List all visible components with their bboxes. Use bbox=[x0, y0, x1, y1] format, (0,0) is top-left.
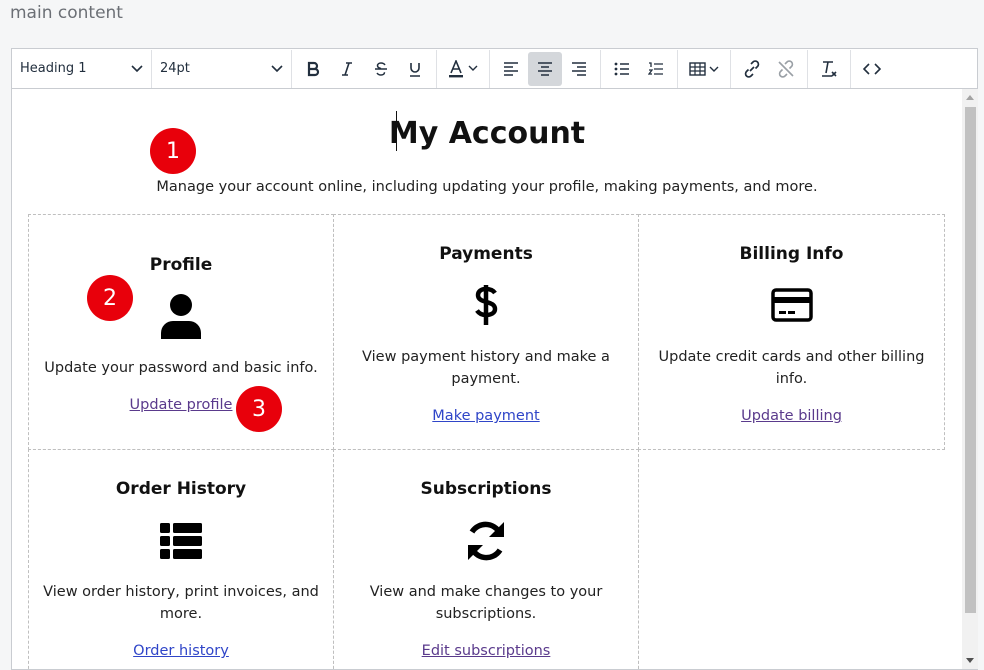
text-color-button[interactable] bbox=[441, 52, 485, 86]
card-payments: Payments View payment history and make a… bbox=[333, 214, 639, 450]
align-left-button[interactable] bbox=[494, 52, 528, 86]
user-icon bbox=[161, 294, 201, 339]
card-description: Update your password and basic info. bbox=[44, 360, 318, 376]
align-left-icon bbox=[504, 61, 518, 76]
clear-formatting-button[interactable] bbox=[812, 52, 846, 86]
numbered-list-button[interactable] bbox=[639, 52, 673, 86]
sync-icon bbox=[468, 521, 504, 561]
empty-cell bbox=[638, 449, 945, 669]
bold-button[interactable] bbox=[296, 52, 330, 86]
align-center-icon bbox=[538, 61, 552, 76]
table-icon bbox=[689, 61, 719, 76]
bullet-list-icon bbox=[614, 62, 629, 75]
underline-button[interactable] bbox=[398, 52, 432, 86]
list-icon bbox=[160, 523, 202, 559]
update-billing-link[interactable]: Update billing bbox=[639, 408, 944, 424]
source-code-button[interactable] bbox=[855, 52, 889, 86]
card-billing-info: Billing Info Update credit cards and oth… bbox=[638, 214, 945, 450]
chevron-down-icon bbox=[271, 64, 283, 72]
italic-icon bbox=[342, 61, 352, 76]
block-format-value: Heading 1 bbox=[20, 61, 87, 76]
main-content-label: main content bbox=[10, 3, 123, 23]
align-right-icon bbox=[572, 61, 586, 76]
block-format-select[interactable]: Heading 1 bbox=[12, 49, 152, 88]
vertical-scrollbar[interactable] bbox=[962, 89, 978, 669]
card-description: View and make changes to your subscripti… bbox=[369, 584, 603, 622]
numbered-list-icon bbox=[648, 61, 663, 75]
card-title: Profile bbox=[149, 255, 213, 275]
annotation-badge-3: 3 bbox=[236, 386, 282, 432]
card-order-history: Order History View order history, print … bbox=[28, 449, 334, 669]
annotation-badge-1: 1 bbox=[150, 128, 196, 174]
card-title: Payments bbox=[439, 244, 533, 264]
card-description: View order history, print invoices, and … bbox=[43, 584, 319, 622]
scroll-thumb[interactable] bbox=[965, 107, 976, 613]
font-size-select[interactable]: 24pt bbox=[152, 49, 292, 88]
card-description: Update credit cards and other billing in… bbox=[658, 349, 925, 387]
italic-button[interactable] bbox=[330, 52, 364, 86]
card-title: Billing Info bbox=[739, 244, 844, 264]
table-button[interactable] bbox=[682, 52, 726, 86]
scroll-up-arrow-icon[interactable] bbox=[966, 95, 974, 100]
credit-card-icon bbox=[770, 288, 813, 322]
align-right-button[interactable] bbox=[562, 52, 596, 86]
strikethrough-icon bbox=[375, 61, 387, 76]
card-description: View payment history and make a payment. bbox=[362, 349, 610, 387]
bold-icon bbox=[307, 61, 320, 76]
edit-subscriptions-link[interactable]: Edit subscriptions bbox=[334, 643, 638, 659]
dollar-icon bbox=[475, 285, 498, 325]
chevron-down-icon bbox=[131, 64, 143, 72]
editor-content-area[interactable]: My Account Manage your account online, i… bbox=[12, 89, 962, 669]
card-profile: Profile Update your password and basic i… bbox=[28, 214, 334, 450]
card-subscriptions: Subscriptions View and make changes to y… bbox=[333, 449, 639, 669]
rich-text-editor: Heading 1 24pt My Account Manage your ac… bbox=[11, 48, 978, 670]
underline-icon bbox=[410, 62, 420, 77]
code-icon bbox=[863, 62, 881, 75]
clear-formatting-icon bbox=[822, 60, 837, 77]
insert-link-button[interactable] bbox=[735, 52, 769, 86]
card-title: Subscriptions bbox=[420, 479, 552, 499]
card-title: Order History bbox=[115, 479, 247, 499]
font-size-value: 24pt bbox=[160, 61, 190, 76]
unlink-icon bbox=[778, 59, 794, 78]
order-history-link[interactable]: Order history bbox=[29, 643, 333, 659]
annotation-badge-2: 2 bbox=[87, 275, 133, 321]
make-payment-link[interactable]: Make payment bbox=[334, 408, 638, 424]
editor-toolbar: Heading 1 24pt bbox=[12, 49, 977, 89]
scroll-down-arrow-icon[interactable] bbox=[966, 658, 974, 663]
align-center-button[interactable] bbox=[528, 51, 562, 86]
update-profile-link[interactable]: Update profile bbox=[29, 397, 333, 413]
strikethrough-button[interactable] bbox=[364, 52, 398, 86]
page-subtitle: Manage your account online, including up… bbox=[156, 179, 818, 195]
remove-link-button[interactable] bbox=[769, 52, 803, 86]
text-color-icon bbox=[449, 59, 478, 77]
bullet-list-button[interactable] bbox=[605, 52, 639, 86]
link-icon bbox=[744, 59, 760, 78]
